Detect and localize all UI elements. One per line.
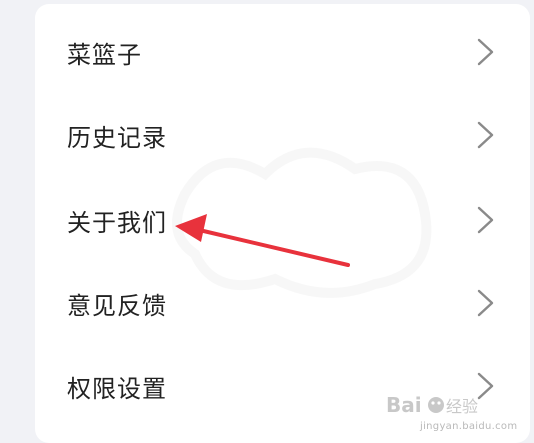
menu-item-label: 权限设置 bbox=[67, 374, 167, 403]
menu-item-label: 意见反馈 bbox=[67, 291, 167, 320]
menu-item-label: 菜篮子 bbox=[67, 40, 142, 69]
menu-item-label: 历史记录 bbox=[67, 123, 167, 152]
settings-menu-card: 菜篮子 历史记录 关于我们 意见反馈 权限设置 bbox=[35, 4, 530, 443]
chevron-right-icon bbox=[477, 38, 494, 66]
menu-item-feedback[interactable]: 意见反馈 bbox=[35, 263, 530, 343]
chevron-right-icon bbox=[477, 289, 494, 317]
menu-item-label: 关于我们 bbox=[67, 208, 167, 237]
menu-item-history[interactable]: 历史记录 bbox=[35, 95, 530, 175]
menu-item-vegetable-basket[interactable]: 菜篮子 bbox=[35, 12, 530, 92]
menu-item-permissions[interactable]: 权限设置 bbox=[35, 346, 530, 426]
menu-item-about-us[interactable]: 关于我们 bbox=[35, 180, 530, 260]
chevron-right-icon bbox=[477, 121, 494, 149]
chevron-right-icon bbox=[477, 206, 494, 234]
watermark-url: jingyan.baidu.com bbox=[420, 421, 518, 432]
chevron-right-icon bbox=[477, 372, 494, 400]
